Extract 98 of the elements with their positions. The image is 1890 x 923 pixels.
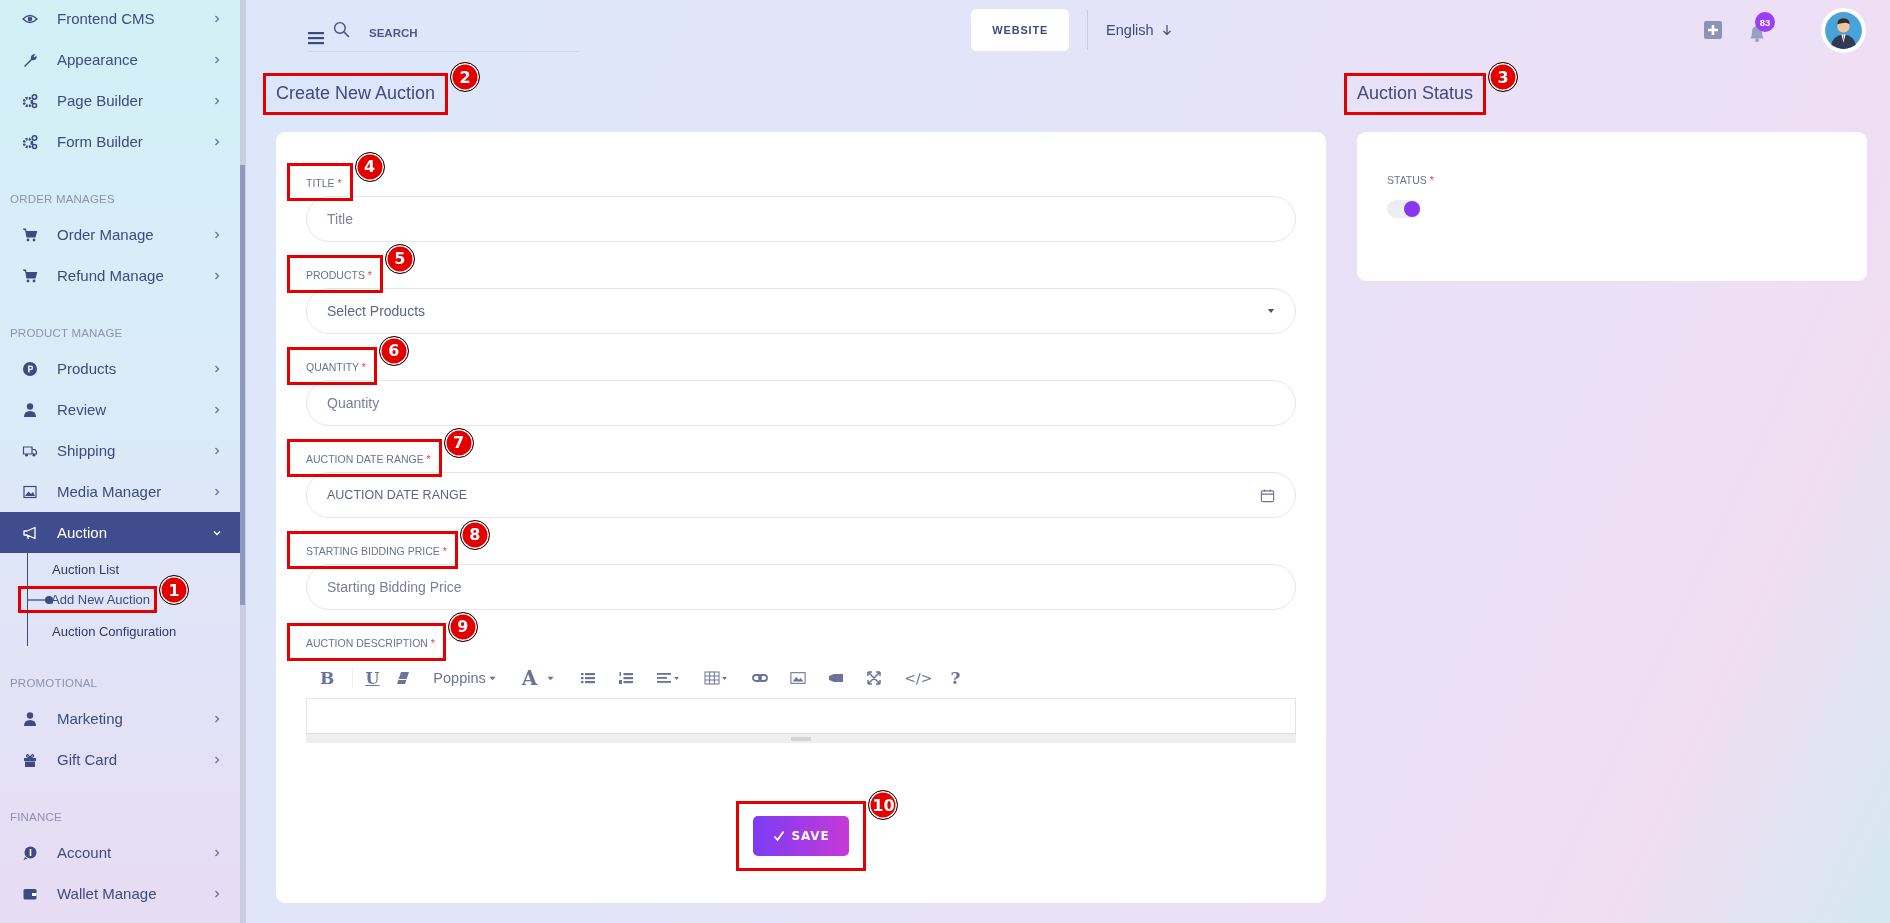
- person-icon: [22, 401, 38, 418]
- chevron-right-icon: [212, 13, 222, 24]
- image-icon[interactable]: [790, 670, 807, 686]
- sidebar-item[interactable]: Auction: [0, 512, 240, 553]
- sidebar-item[interactable]: Appearance: [0, 39, 240, 80]
- code-view-button[interactable]: </>: [904, 670, 933, 686]
- section-heading: PROMOTIONAL: [9, 676, 99, 691]
- menu-icon[interactable]: [308, 30, 324, 45]
- font-dropdown[interactable]: Poppins: [433, 670, 496, 686]
- sidebar-item[interactable]: Frontend CMS: [0, 0, 240, 39]
- caret-icon[interactable]: [547, 675, 555, 681]
- add-icon[interactable]: [1704, 21, 1722, 39]
- chevron-right-icon: [212, 888, 222, 899]
- sidebar-item[interactable]: Marketing: [0, 698, 240, 739]
- cart-icon: [22, 226, 38, 243]
- sidebar-item[interactable]: Review: [0, 389, 240, 430]
- person-icon: [22, 710, 38, 727]
- field-label: STARTING BIDDING PRICE *: [306, 544, 447, 557]
- select-field[interactable]: Select Products: [306, 288, 1296, 334]
- input-field[interactable]: Quantity: [306, 380, 1296, 426]
- callout-badge: 5: [384, 243, 415, 274]
- callout-badge: 6: [378, 335, 409, 366]
- chevron-right-icon: [212, 95, 222, 106]
- field-label: QUANTITY *: [306, 360, 366, 373]
- sidebar-item[interactable]: Form Builder: [0, 121, 240, 162]
- date-range-field[interactable]: AUCTION DATE RANGE: [306, 472, 1296, 518]
- numbered-list-icon[interactable]: [618, 670, 635, 686]
- section-heading: PRODUCT MANAGE: [9, 326, 124, 341]
- section-title: Auction Status: [1357, 83, 1474, 104]
- help-button[interactable]: ?: [950, 668, 961, 688]
- search-icon: [333, 21, 350, 38]
- status-toggle[interactable]: [1387, 200, 1421, 218]
- field-label: AUCTION DATE RANGE *: [306, 452, 431, 465]
- callout-badge: 7: [443, 427, 474, 458]
- chevron-right-icon: [212, 847, 222, 858]
- chevron-right-icon: [212, 270, 222, 281]
- callout-badge: 2: [450, 62, 481, 92]
- callout-badge: 4: [354, 151, 385, 182]
- align-icon[interactable]: [656, 670, 681, 686]
- gift-icon: [22, 751, 38, 768]
- sidebar-subitem[interactable]: Auction List: [52, 561, 120, 577]
- chevron-right-icon: [212, 136, 222, 147]
- chevron-right-icon: [212, 54, 222, 65]
- megaphone-icon: [22, 524, 38, 541]
- chevron-right-icon: [212, 404, 222, 415]
- callout-badge: 9: [447, 611, 478, 642]
- callout-badge: 1: [159, 575, 189, 605]
- underline-button[interactable]: U: [352, 668, 380, 688]
- fullscreen-icon[interactable]: [866, 670, 883, 686]
- down-arrow-icon: [1161, 24, 1172, 36]
- chevron-right-icon: [212, 229, 222, 240]
- caret-icon: [1267, 308, 1275, 314]
- callout-badge: 3: [1488, 62, 1519, 92]
- chevron-right-icon: [212, 754, 222, 765]
- field-label: PRODUCTS *: [306, 268, 372, 281]
- sidebar-subitem[interactable]: Add New Auction: [51, 592, 150, 607]
- image-icon: [22, 483, 38, 500]
- chevron-right-icon: [212, 713, 222, 724]
- avatar[interactable]: [1821, 7, 1866, 53]
- field-label: STATUS *: [1387, 174, 1434, 186]
- chevron-right-icon: [212, 486, 222, 497]
- sidebar-item[interactable]: Media Manager: [0, 471, 240, 512]
- sidebar-item[interactable]: Products: [0, 348, 240, 389]
- save-button[interactable]: SAVE: [752, 816, 850, 856]
- section-title: Create New Auction: [276, 83, 436, 104]
- wrench-icon: [22, 51, 38, 68]
- field-label: AUCTION DESCRIPTION *: [306, 636, 435, 649]
- check-icon: [772, 830, 785, 842]
- callout-badge: 10: [868, 790, 899, 820]
- sidebar-item[interactable]: Refund Manage: [0, 255, 240, 296]
- table-icon[interactable]: [704, 670, 729, 686]
- chevron-right-icon: [212, 363, 222, 374]
- section-heading: ORDER MANAGES: [9, 192, 116, 207]
- sidebar-item[interactable]: Page Builder: [0, 80, 240, 121]
- search-field[interactable]: SEARCH: [367, 25, 521, 40]
- caret-icon: [488, 675, 496, 681]
- bold-button[interactable]: B: [320, 668, 335, 688]
- chevron-right-icon: [212, 445, 222, 456]
- sidebar-item[interactable]: Gift Card: [0, 739, 240, 780]
- website-button[interactable]: WEBSITE: [971, 9, 1070, 51]
- cart-icon: [22, 267, 38, 284]
- sidebar-subitem[interactable]: Auction Configuration: [52, 623, 177, 639]
- language-selector[interactable]: English: [1106, 22, 1172, 38]
- sidebar-item[interactable]: Shipping: [0, 430, 240, 471]
- sidebar-item[interactable]: Account: [0, 832, 240, 873]
- input-field[interactable]: Title: [306, 196, 1296, 242]
- callout-badge: 8: [459, 519, 490, 550]
- section-heading: FINANCE: [9, 810, 63, 825]
- sidebar-item[interactable]: Wallet Manage: [0, 873, 240, 914]
- field-label: TITLE *: [306, 176, 342, 189]
- notification-badge: 83: [1755, 12, 1775, 32]
- eraser-icon[interactable]: [395, 670, 412, 686]
- sidebar-item[interactable]: Order Manage: [0, 214, 240, 255]
- calendar-icon: [1260, 487, 1275, 503]
- scrollbar[interactable]: [240, 0, 245, 923]
- text-color-button[interactable]: A: [521, 666, 538, 690]
- bullet-list-icon[interactable]: [580, 670, 597, 686]
- input-field[interactable]: Starting Bidding Price: [306, 564, 1296, 610]
